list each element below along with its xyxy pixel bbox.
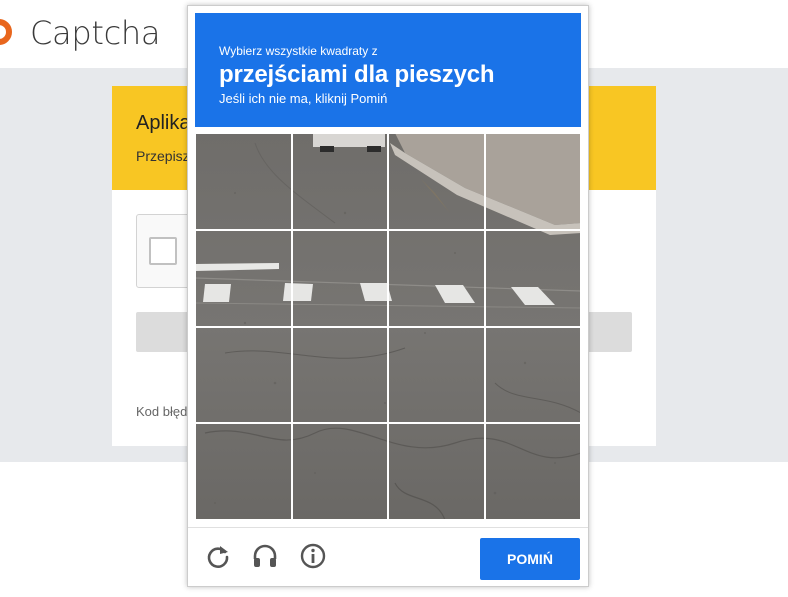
- image-grid: [195, 133, 581, 520]
- instruction-hint: Jeśli ich nie ma, kliknij Pomiń: [219, 91, 388, 106]
- grid-tile[interactable]: [195, 133, 292, 230]
- instruction-small: Wybierz wszystkie kwadraty z: [219, 44, 378, 58]
- grid-tile[interactable]: [484, 133, 581, 230]
- captcha-challenge-popup: Wybierz wszystkie kwadraty z przejściami…: [187, 5, 589, 587]
- recaptcha-checkbox[interactable]: [149, 237, 177, 265]
- logo-icon: [0, 19, 12, 45]
- challenge-footer: POMIŃ: [188, 527, 588, 587]
- info-icon[interactable]: [299, 542, 327, 570]
- grid-tile[interactable]: [388, 423, 485, 520]
- grid-tile[interactable]: [291, 229, 388, 327]
- tile-grid: [195, 133, 581, 520]
- instruction-target: przejściami dla pieszych: [219, 61, 495, 88]
- grid-tile[interactable]: [388, 229, 485, 327]
- grid-tile[interactable]: [484, 423, 581, 520]
- error-code-label: Kod błęd: [136, 404, 188, 419]
- app-title: Captcha: [30, 14, 161, 52]
- grid-tile[interactable]: [291, 423, 388, 520]
- reload-icon[interactable]: [204, 542, 232, 570]
- grid-tile[interactable]: [484, 229, 581, 327]
- audio-icon[interactable]: [251, 542, 279, 570]
- grid-tile[interactable]: [291, 326, 388, 424]
- grid-tile[interactable]: [388, 133, 485, 230]
- skip-button[interactable]: POMIŃ: [480, 538, 580, 580]
- grid-tile[interactable]: [195, 423, 292, 520]
- card-subtitle: Przepisz: [136, 148, 190, 164]
- challenge-header: Wybierz wszystkie kwadraty z przejściami…: [195, 13, 581, 127]
- grid-tile[interactable]: [388, 326, 485, 424]
- grid-tile[interactable]: [195, 326, 292, 424]
- card-title: Aplika: [136, 112, 191, 134]
- grid-tile[interactable]: [291, 133, 388, 230]
- grid-tile[interactable]: [195, 229, 292, 327]
- grid-tile[interactable]: [484, 326, 581, 424]
